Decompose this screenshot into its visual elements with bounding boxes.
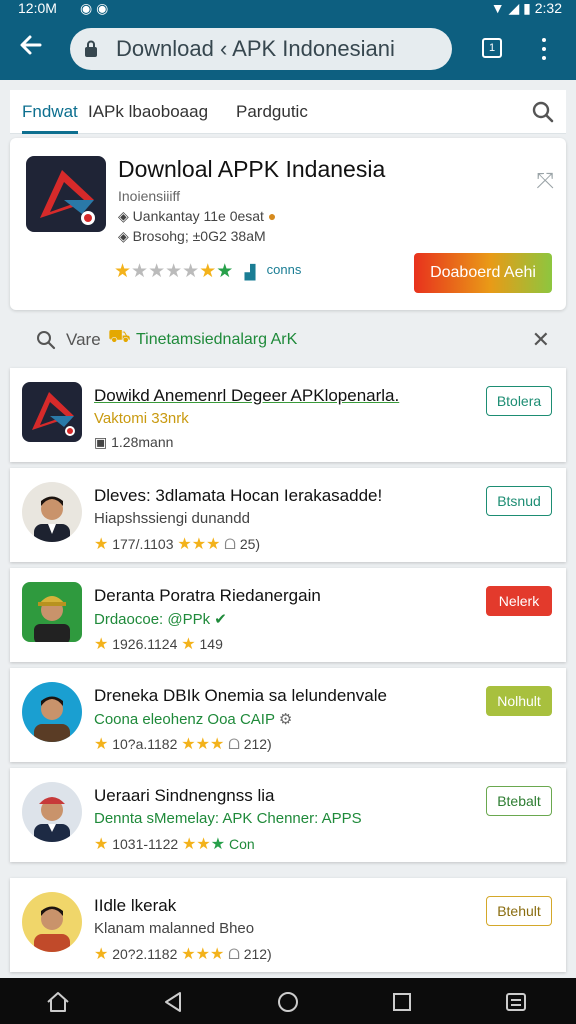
item-action-button[interactable]: Nolhult [486,686,552,716]
tab-fndwat[interactable]: Fndwat [22,90,78,134]
url-text: Download ‹ APK Indonesiani [116,36,395,61]
star-icon: ★ [94,946,109,963]
item-subtitle: Dennta sMemelay: APK Chenner: APPS [94,810,362,827]
item-action-button[interactable]: Btehult [486,896,552,926]
browser-toolbar: Download ‹ APK Indonesiani 1 [0,16,576,80]
search-icon[interactable] [532,101,554,123]
item-meta: ★ 10?a.1182 ★★★ ᗝ 212) [94,736,272,753]
item-title: Ueraari Sindnengnss lia [94,786,275,805]
featured-app-title: Downloal APPK Indanesia [118,156,386,182]
list-item[interactable]: Ueraari Sindnengnss lia Dennta sMemelay:… [10,768,566,862]
item-title: IIdle lkerak [94,896,177,915]
signal-icon: ◢ [508,0,520,16]
featured-app-meta-1: ◈ Uankantay 11e 0esat ● [118,208,277,224]
info-icon: ◈ [118,228,129,244]
image-icon: ▣ [94,434,108,450]
avatar [22,782,82,842]
avatar [22,892,82,952]
avatar [22,682,82,742]
featured-app-meta-2: ◈ Brosohg; ±0G2 38aM [118,228,266,244]
lock-icon [85,40,97,57]
verified-icon: ✔ [214,611,227,628]
item-action-button[interactable]: Btebalt [486,786,552,816]
close-icon[interactable]: ✕ [532,327,550,353]
star-rating: ★★★★★★★ [114,261,234,282]
list-item[interactable]: IIdle lkerak Klanam malanned Bheo ★ 20?2… [10,878,566,972]
item-subtitle: Coona eleohenz Ooa CAIP ⚙ [94,711,293,728]
item-meta: ★ 20?2.1182 ★★★ ᗝ 212) [94,946,272,963]
home-icon[interactable] [44,988,72,1016]
item-title: Dleves: 3dlamata Hocan Ierakasadde! [94,486,383,505]
star-rating: ★ [181,636,196,653]
overflow-menu-icon[interactable] [534,36,554,62]
home-circle-icon[interactable] [274,988,302,1016]
chat-icon: ᗝ [224,536,236,552]
item-subtitle: Vaktomi 33nrk [94,410,189,427]
filter-query[interactable]: Tinetamsiednalarg ArK [136,331,297,349]
tag-icon: ◈ [118,208,129,224]
tab-pardgutic[interactable]: Pardgutic [236,90,308,134]
list-item[interactable]: Dowikd Anemenrl Degeer APKlopenarla. Vak… [10,368,566,462]
tab-bar: Fndwat IAPk lbaoboaag Pardgutic [10,90,566,134]
list-item[interactable]: Dreneka DBIk Onemia sa lelundenvale Coon… [10,668,566,762]
rating-count: conns [266,262,302,277]
item-subtitle: Klanam malanned Bheo [94,920,255,937]
item-action-button[interactable]: Btolera [486,386,552,416]
star-rating: ★★★ [177,536,221,553]
item-action-button[interactable]: Btsnud [486,486,552,516]
featured-app-subtitle: Inoiensiiiff [118,188,181,204]
list-item[interactable]: Dleves: 3dlamata Hocan Ierakasadde! Hiap… [10,468,566,562]
avatar [22,482,82,542]
download-button[interactable]: Doaboerd Aehi [414,253,552,293]
item-meta: ★ 1926.1124 ★ 149 [94,636,223,653]
list-item[interactable]: Deranta Poratra Riedanergain Drdaocoe: @… [10,568,566,662]
avatar [22,582,82,642]
system-nav-bar [0,978,576,1024]
item-title: Deranta Poratra Riedanergain [94,586,321,605]
back-arrow-icon[interactable] [14,32,48,66]
star-icon: ★ [94,536,109,553]
filter-bar: Vare ⛟ Tinetamsiednalarg ArK ✕ [10,318,566,362]
featured-app-card[interactable]: Downloal APPK Indanesia Inoiensiiiff ◈ U… [10,138,566,310]
battery-icon: ▮ [523,0,531,16]
apk-logo-icon [26,156,106,232]
status-right: ▼ ◢ ▮ 2:32 [491,0,562,16]
star-rating: ★★★ [182,836,226,853]
status-clock: 2:32 [534,0,562,16]
search-icon[interactable] [36,330,56,350]
menu-icon[interactable] [502,988,530,1016]
star-icon: ★ [94,636,109,653]
item-meta: ★ 177/.1103 ★★★ ᗝ 25) [94,536,261,553]
chat-icon: ᗝ [228,946,240,962]
dismiss-icon[interactable]: ⤧ [536,168,554,194]
notification-icons: ◉ ◉ [80,0,109,16]
star-rating: ★★★ [181,946,225,963]
star-icon: ★ [94,736,109,753]
item-action-button[interactable]: Nelerk [486,586,552,616]
item-subtitle: Drdaocoe: @PPk ✔ [94,611,227,628]
coin-icon: ● [267,208,277,224]
tab-switcher-button[interactable]: 1 [482,38,502,58]
tool-icon: ⚙ [278,711,293,728]
star-icon: ★ [94,836,109,853]
featured-rating: ★★★★★★★ ▟ conns [114,260,301,283]
url-bar[interactable]: Download ‹ APK Indonesiani [70,28,452,70]
back-icon[interactable] [160,988,188,1016]
status-bar: 12:0M ◉ ◉ ▼ ◢ ▮ 2:32 [0,0,576,16]
chart-icon: ▟ [244,264,256,280]
item-subtitle: Hiapshssiengi dunandd [94,510,250,527]
wifi-icon: ▼ [490,0,505,16]
apk-logo-icon [22,382,82,442]
filter-label: Vare [66,330,101,349]
item-title: Dowikd Anemenrl Degeer APKlopenarla. [94,386,400,405]
chat-icon: ᗝ [228,736,240,752]
status-time: 12:0M [18,0,57,16]
recents-icon[interactable] [388,988,416,1016]
cart-icon: ⛟ [108,326,131,346]
item-title: Dreneka DBIk Onemia sa lelundenvale [94,686,387,705]
tab-apk[interactable]: IAPk lbaoboaag [88,90,208,134]
item-meta: ★ 1031-1122 ★★★ Con [94,836,255,853]
star-rating: ★★★ [181,736,225,753]
item-meta: ▣ 1.28mann [94,434,174,450]
